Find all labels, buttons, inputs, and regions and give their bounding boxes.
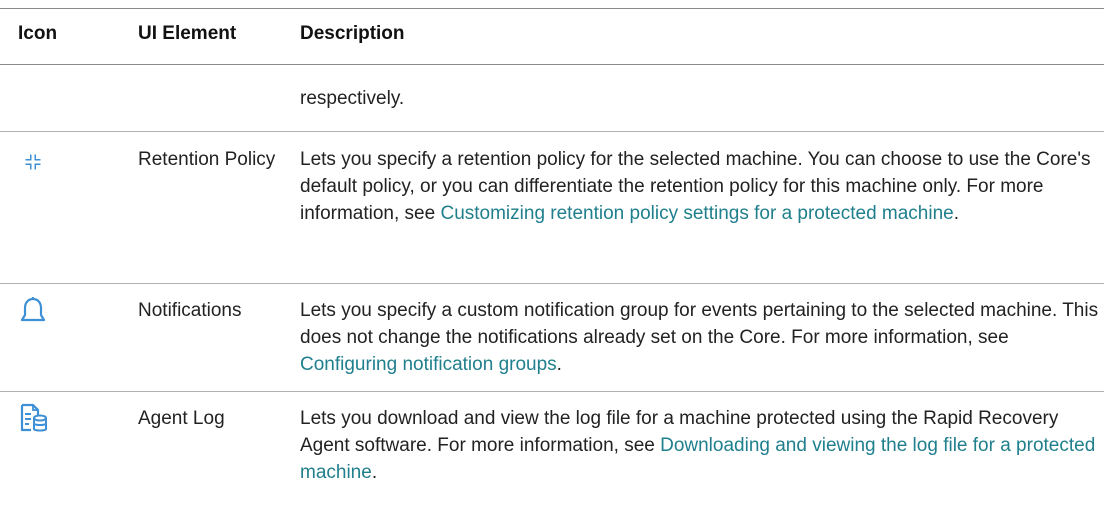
row-ui-element: Agent Log <box>138 408 225 429</box>
row-ui-element: Notifications <box>138 300 242 321</box>
notification-groups-link[interactable]: Configuring notification groups <box>300 354 557 375</box>
retention-policy-link[interactable]: Customizing retention policy settings fo… <box>440 203 953 224</box>
row-description: Lets you specify a retention policy for … <box>300 149 1091 224</box>
header-ui-element: UI Element <box>138 23 237 44</box>
table-top-rule <box>0 8 1104 9</box>
retention-arrows-icon <box>22 151 44 178</box>
row-divider <box>0 283 1104 284</box>
row-divider <box>0 391 1104 392</box>
header-description: Description <box>300 23 405 44</box>
row-ui-element: Retention Policy <box>138 149 276 170</box>
row-description: Lets you specify a custom notification g… <box>300 300 1099 375</box>
log-file-icon <box>20 403 48 438</box>
header-icon: Icon <box>18 23 58 44</box>
bell-icon <box>20 296 46 330</box>
row-description: respectively. <box>300 88 405 109</box>
header-rule <box>0 64 1104 65</box>
row-description: Lets you download and view the log file … <box>300 408 1096 483</box>
row-divider <box>0 131 1104 132</box>
